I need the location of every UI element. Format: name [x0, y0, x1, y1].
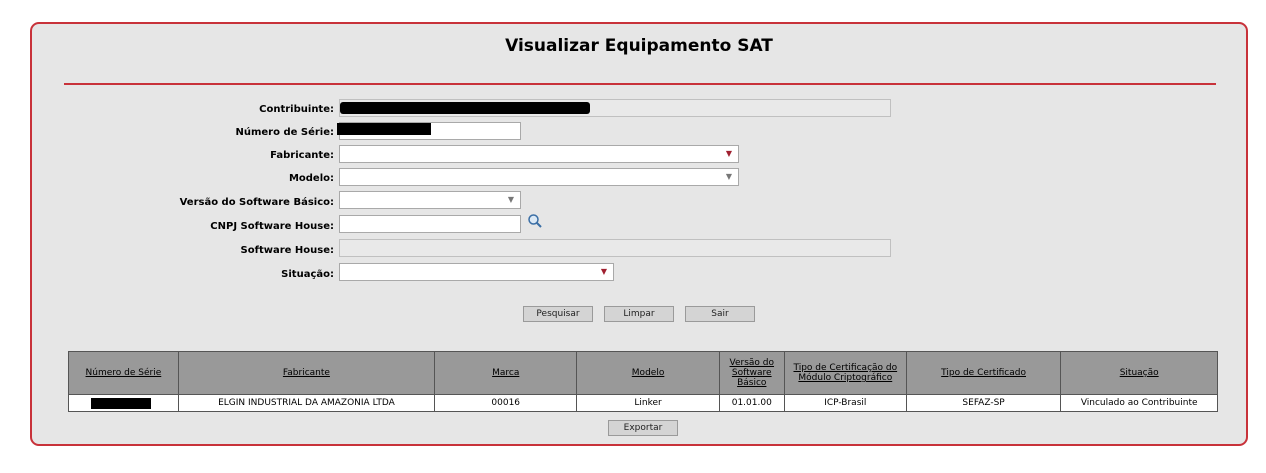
cell-situacao: Vinculado ao Contribuinte — [1060, 394, 1218, 412]
contribuinte-label: Contribuinte: — [259, 104, 334, 115]
col-marca[interactable]: Marca — [434, 351, 578, 395]
fabricante-label: Fabricante: — [270, 150, 334, 161]
chevron-down-icon: ▼ — [725, 149, 732, 158]
results-table: Número de Série Fabricante Marca Modelo … — [68, 351, 1218, 412]
table-row[interactable]: ELGIN INDUSTRIAL DA AMAZONIA LTDA 00016 … — [68, 394, 1218, 412]
title-divider — [64, 83, 1216, 85]
modelo-label: Modelo: — [288, 173, 334, 184]
table-header-row: Número de Série Fabricante Marca Modelo … — [68, 351, 1218, 395]
versao-sb-select[interactable]: ▼ — [339, 191, 521, 209]
cnpj-sh-input[interactable] — [339, 215, 521, 233]
versao-sb-label: Versão do Software Básico: — [179, 197, 334, 208]
numero-serie-input[interactable] — [337, 122, 521, 140]
limpar-button[interactable]: Limpar — [604, 306, 674, 322]
cell-numero-serie — [68, 394, 179, 412]
situacao-select[interactable]: ▼ — [339, 263, 614, 281]
col-tipo-certificado[interactable]: Tipo de Certificado — [905, 351, 1062, 395]
software-house-label: Software House: — [240, 245, 334, 256]
col-situacao[interactable]: Situação — [1060, 351, 1218, 395]
cell-tipo-certificado: SEFAZ-SP — [905, 394, 1062, 412]
cell-modelo: Linker — [576, 394, 720, 412]
cell-tipo-cert-modulo: ICP-Brasil — [783, 394, 907, 412]
redaction — [340, 102, 590, 114]
search-icon[interactable] — [527, 213, 543, 229]
col-numero-serie[interactable]: Número de Série — [68, 351, 179, 395]
exportar-button[interactable]: Exportar — [608, 420, 678, 436]
page-title: Visualizar Equipamento SAT — [505, 36, 773, 56]
situacao-label: Situação: — [281, 269, 334, 280]
numero-serie-label: Número de Série: — [235, 127, 334, 138]
col-versao[interactable]: Versão do Software Básico — [718, 351, 785, 395]
col-modelo[interactable]: Modelo — [576, 351, 720, 395]
main-panel: Visualizar Equipamento SAT Contribuinte:… — [30, 22, 1248, 446]
chevron-down-icon: ▼ — [600, 267, 607, 276]
cell-versao: 01.01.00 — [718, 394, 785, 412]
pesquisar-button[interactable]: Pesquisar — [523, 306, 593, 322]
contribuinte-field — [339, 99, 891, 117]
col-fabricante[interactable]: Fabricante — [177, 351, 436, 395]
fabricante-select[interactable]: ▼ — [339, 145, 739, 163]
cnpj-sh-label: CNPJ Software House: — [210, 221, 334, 232]
redaction — [91, 398, 151, 409]
chevron-down-icon: ▼ — [507, 195, 514, 204]
software-house-field — [339, 239, 891, 257]
cell-fabricante: ELGIN INDUSTRIAL DA AMAZONIA LTDA — [177, 394, 436, 412]
col-tipo-cert-modulo[interactable]: Tipo de Certificação do Módulo Criptográ… — [783, 351, 907, 395]
sair-button[interactable]: Sair — [685, 306, 755, 322]
modelo-select[interactable]: ▼ — [339, 168, 739, 186]
redaction — [337, 123, 431, 135]
cell-marca: 00016 — [434, 394, 578, 412]
chevron-down-icon: ▼ — [725, 172, 732, 181]
